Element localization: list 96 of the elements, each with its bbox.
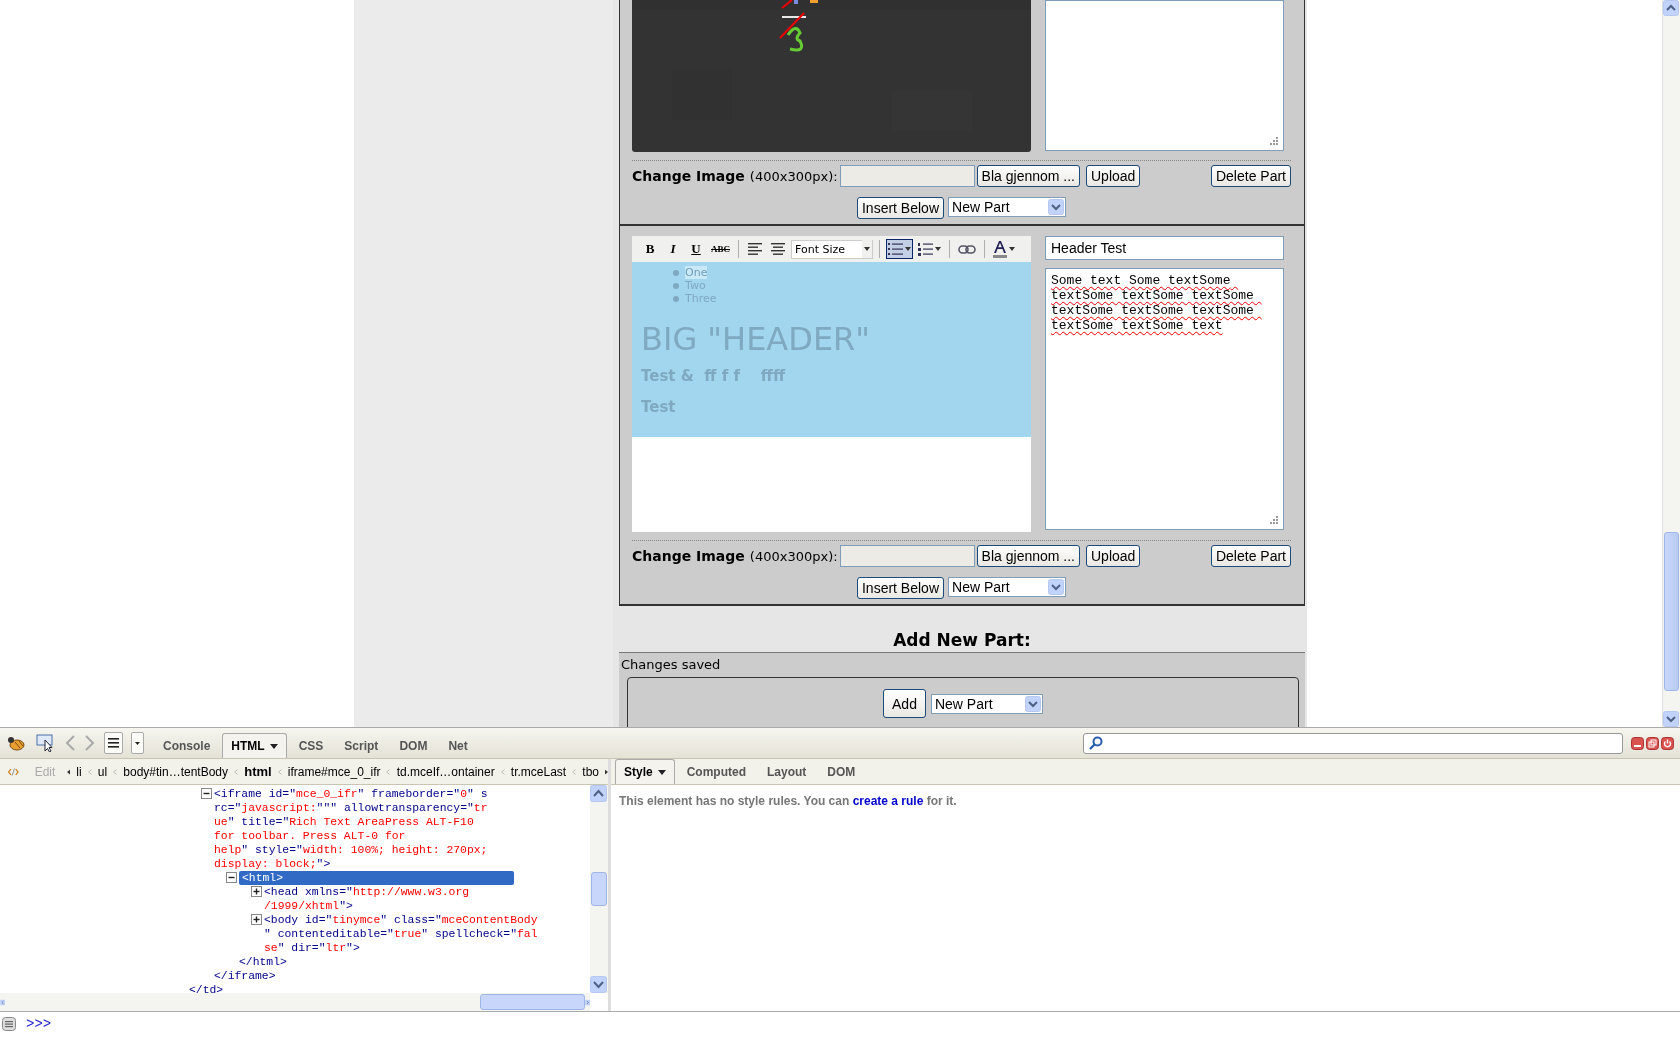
breadcrumb[interactable]: body#tin…tentBody xyxy=(123,764,229,779)
caret-icon xyxy=(135,741,140,745)
scroll-up-button[interactable] xyxy=(1663,0,1679,16)
breadcrumb[interactable]: tr.mceLast xyxy=(510,764,567,779)
scrollbar[interactable] xyxy=(1662,0,1680,727)
side-panel-tab[interactable]: Computed xyxy=(677,759,755,784)
file-path-field[interactable] xyxy=(839,165,975,187)
side-panel-tab[interactable]: Layout xyxy=(758,759,816,784)
dropdown-button[interactable] xyxy=(131,732,144,754)
scroll-down-button[interactable] xyxy=(1663,711,1679,727)
scrollbar[interactable] xyxy=(590,785,608,993)
panel-tab[interactable]: DOM xyxy=(390,733,437,758)
expand-toggle[interactable] xyxy=(251,914,262,925)
underline-button[interactable]: U xyxy=(686,239,706,259)
insert-below-button[interactable]: Insert Below xyxy=(856,577,944,599)
panel-tab[interactable]: Net xyxy=(439,733,477,758)
panel-tab[interactable]: HTML xyxy=(222,733,287,758)
scrollbar-thumb[interactable] xyxy=(591,872,607,906)
bullet-icon xyxy=(673,269,679,276)
file-path-field[interactable] xyxy=(839,545,975,567)
font-color-button[interactable] xyxy=(991,239,1017,259)
insert-below-button[interactable]: Insert Below xyxy=(856,197,944,219)
expand-toggle[interactable] xyxy=(251,886,262,897)
text-area[interactable] xyxy=(1045,0,1284,151)
align-center-icon xyxy=(771,243,785,255)
code-line: </iframe> xyxy=(214,969,277,983)
part-type-select[interactable]: New Part xyxy=(930,694,1043,714)
scrollbar[interactable] xyxy=(0,993,590,1011)
breadcrumb[interactable]: tbo xyxy=(582,764,599,779)
bullet-list-icon xyxy=(888,242,903,256)
upload-button[interactable]: Upload xyxy=(1086,165,1141,187)
scroll-up-button[interactable] xyxy=(590,785,607,802)
panel-tab[interactable]: CSS xyxy=(289,733,333,758)
menu-icon xyxy=(108,738,119,748)
breadcrumb[interactable]: ul xyxy=(97,764,108,779)
field-label: Change Image xyxy=(632,168,745,184)
panel-menu-button[interactable] xyxy=(104,732,123,754)
browse-button[interactable]: Bla gjennom ... xyxy=(976,165,1080,187)
side-panel-tab[interactable]: DOM xyxy=(818,759,865,784)
size-hint: (400x300px): xyxy=(749,168,838,184)
part-type-select[interactable]: New Part xyxy=(948,577,1066,597)
code-line: </td> xyxy=(189,983,225,993)
scrollbar-thumb[interactable] xyxy=(1664,532,1679,691)
restore-button[interactable] xyxy=(1646,736,1659,750)
italic-button[interactable]: I xyxy=(663,239,683,259)
breadcrumb[interactable]: td.mceIf…ontainer xyxy=(396,764,495,779)
status-message: Changes saved xyxy=(621,657,722,672)
scrollbar-thumb[interactable] xyxy=(480,994,585,1010)
resize-grip-icon[interactable] xyxy=(1270,137,1278,145)
numbered-list-icon xyxy=(918,242,933,256)
panel-tab[interactable]: Script xyxy=(335,733,388,758)
search-field[interactable] xyxy=(1083,732,1623,754)
resize-grip-icon[interactable] xyxy=(1270,516,1278,524)
upload-button[interactable]: Upload xyxy=(1086,545,1141,567)
bug-icon[interactable] xyxy=(6,734,28,752)
inspect-cursor-icon[interactable] xyxy=(36,734,56,752)
scroll-left-icon[interactable] xyxy=(67,767,71,776)
code-line: <body id="tinymce" class="mceContentBody " contenteditable="true" spellcheck="fal se" dir="ltr"> xyxy=(264,913,538,955)
scroll-right-icon[interactable] xyxy=(605,767,608,776)
close-button[interactable] xyxy=(1661,736,1674,750)
code-line: </html> xyxy=(239,955,288,969)
add-button[interactable]: Add xyxy=(883,689,926,718)
font-size-select[interactable]: Font Size xyxy=(791,239,873,259)
delete-part-button[interactable]: Delete Part xyxy=(1210,545,1291,567)
breadcrumb[interactable]: iframe#mce_0_ifr xyxy=(287,764,381,779)
bullet-icon xyxy=(673,295,679,302)
create-rule-link[interactable]: create a rule xyxy=(852,794,924,808)
part-type-select[interactable]: New Part xyxy=(948,197,1066,217)
code-line: <iframe id="mce_0_ifr" frameborder="0" s rc="javascript:""" allowtransparency="tr ue" title="Rich Text AreaPress ALT-F10 for toolbar. Press ALT-0 for help" style="width: 100%; height: 270px; display: block;"> xyxy=(214,787,488,871)
panel-tab[interactable]: Console xyxy=(154,733,220,758)
side-panel-tab[interactable]: Style xyxy=(615,759,675,784)
text-color-icon xyxy=(993,240,1007,258)
expand-toggle[interactable] xyxy=(226,872,237,883)
bold-button[interactable]: B xyxy=(640,239,660,259)
search-icon xyxy=(1089,736,1103,750)
expand-toggle[interactable] xyxy=(201,788,212,799)
breadcrumb[interactable]: html xyxy=(244,764,272,779)
field-label: Change Image xyxy=(632,548,745,564)
scroll-down-button[interactable] xyxy=(590,976,607,993)
browse-button[interactable]: Bla gjennom ... xyxy=(976,545,1080,567)
delete-part-button[interactable]: Delete Part xyxy=(1210,165,1291,187)
text-area[interactable]: Some text Some textSome textSome textSome textSome textSome textSome textSome textSome textSome text xyxy=(1045,268,1284,530)
align-left-icon xyxy=(748,243,762,255)
bullet-icon xyxy=(673,282,679,289)
size-hint: (400x300px): xyxy=(749,548,838,564)
header-field[interactable]: Header Test xyxy=(1045,236,1284,260)
section-title: Add New Part: xyxy=(893,630,1031,650)
console-icon[interactable] xyxy=(2,1017,16,1031)
list-item: One xyxy=(685,266,708,279)
command-prompt: >>> xyxy=(26,1016,52,1032)
strikethrough-button[interactable]: ABC xyxy=(709,239,732,259)
style-message: This element has no style rules. You can create a rule for it. xyxy=(619,794,958,808)
chain-link-icon xyxy=(958,244,976,254)
bullet-list-button[interactable] xyxy=(886,239,913,259)
breadcrumb[interactable]: li xyxy=(76,764,82,779)
minimize-button[interactable] xyxy=(1631,736,1644,750)
